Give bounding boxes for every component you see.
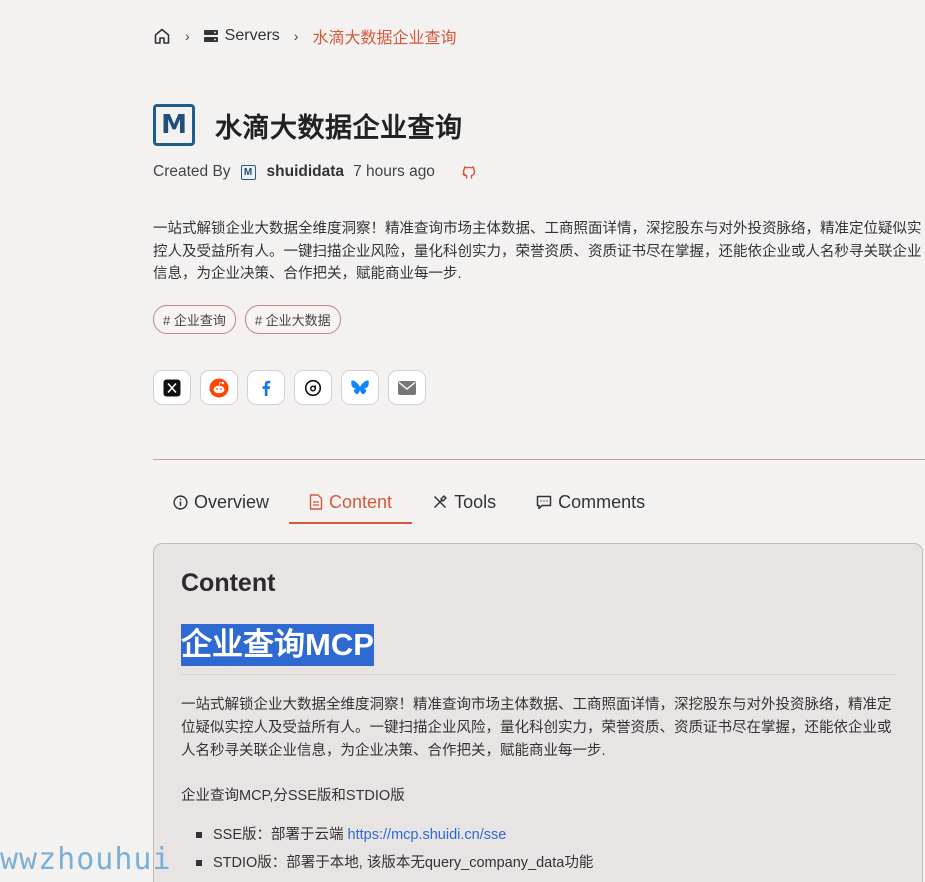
server-logo: M [153, 104, 195, 146]
facebook-icon [262, 380, 271, 396]
server-meta: Created By M shuididata 7 hours ago [153, 163, 477, 181]
updated-time: 7 hours ago [353, 163, 435, 180]
github-icon [462, 166, 476, 179]
share-x-button[interactable] [153, 370, 191, 405]
share-threads-button[interactable] [294, 370, 332, 405]
tab-label: Content [329, 491, 393, 512]
github-link[interactable] [461, 164, 477, 180]
content-heading: Content [181, 569, 276, 597]
servers-link[interactable]: Servers [203, 27, 280, 45]
x-icon [163, 379, 181, 396]
tag[interactable]: # 企业大数据 [244, 305, 341, 334]
tab-label: Overview [194, 491, 270, 512]
watermark: wwzhouhui [0, 842, 172, 877]
share-facebook-button[interactable] [247, 370, 285, 405]
tab-label: Comments [558, 491, 646, 512]
mail-icon [398, 380, 416, 395]
created-by-label: Created By [153, 163, 231, 180]
comment-icon [536, 495, 552, 509]
sse-link[interactable]: https://mcp.shuidi.cn/sse [348, 824, 507, 846]
author-avatar: M [240, 164, 256, 180]
version-list: SSE版：部署于云端 https://mcp.shuidi.cn/sse STD… [196, 824, 593, 880]
heading-underline [181, 674, 897, 675]
bullet [196, 832, 202, 838]
reddit-icon [209, 378, 229, 397]
info-icon [173, 494, 188, 510]
home-link[interactable] [153, 27, 171, 45]
list-item: STDIO版：部署于本地, 该版本无query_company_data功能 [196, 852, 593, 874]
readme-description: 一站式解锁企业大数据全维度洞察！精准查询市场主体数据、工商照面详情，深挖股东与对… [181, 697, 892, 759]
tab-comments[interactable]: Comments [516, 480, 665, 524]
breadcrumb-separator: › [293, 28, 299, 44]
breadcrumb: › Servers › 水滴大数据企业查询 [153, 24, 456, 48]
share-reddit-button[interactable] [200, 370, 238, 405]
breadcrumb-separator: › [185, 28, 190, 44]
readme-version-note: 企业查询MCP,分SSE版和STDIO版 [181, 788, 405, 804]
bluesky-icon [351, 380, 369, 394]
threads-icon [304, 379, 322, 396]
servers-label: Servers [224, 27, 280, 44]
author-link[interactable]: shuididata [267, 163, 345, 181]
tab-content[interactable]: Content [289, 480, 413, 524]
tab-tools[interactable]: Tools [412, 480, 516, 524]
share-buttons [153, 370, 426, 405]
tab-bar: Overview Content Tools Comments [153, 480, 665, 524]
tag[interactable]: # 企业查询 [153, 305, 236, 334]
content-panel: Content 企业查询MCP 一站式解锁企业大数据全维度洞察！精准查询市场主体… [153, 543, 923, 882]
bullet [196, 860, 202, 866]
server-header: M 水滴大数据企业查询 [153, 104, 463, 146]
home-icon [154, 28, 170, 44]
page-title: 水滴大数据企业查询 [215, 112, 463, 143]
list-item: SSE版：部署于云端 https://mcp.shuidi.cn/sse [196, 824, 593, 846]
share-email-button[interactable] [388, 370, 426, 405]
tab-overview[interactable]: Overview [153, 480, 289, 524]
breadcrumb-current: 水滴大数据企业查询 [312, 30, 457, 47]
tools-icon [434, 495, 447, 509]
tag-list: # 企业查询 # 企业大数据 [153, 305, 341, 334]
divider [153, 459, 925, 460]
list-text: SSE版：部署于云端 [213, 827, 344, 843]
server-icon [203, 30, 218, 42]
readme-title: 企业查询MCP [181, 624, 374, 666]
share-bluesky-button[interactable] [341, 370, 379, 405]
tab-label: Tools [454, 491, 497, 512]
server-description: 一站式解锁企业大数据全维度洞察！精准查询市场主体数据、工商照面详情，深挖股东与对… [153, 221, 922, 282]
list-text: STDIO版：部署于本地, 该版本无query_company_data功能 [213, 855, 594, 871]
document-icon [309, 494, 323, 510]
